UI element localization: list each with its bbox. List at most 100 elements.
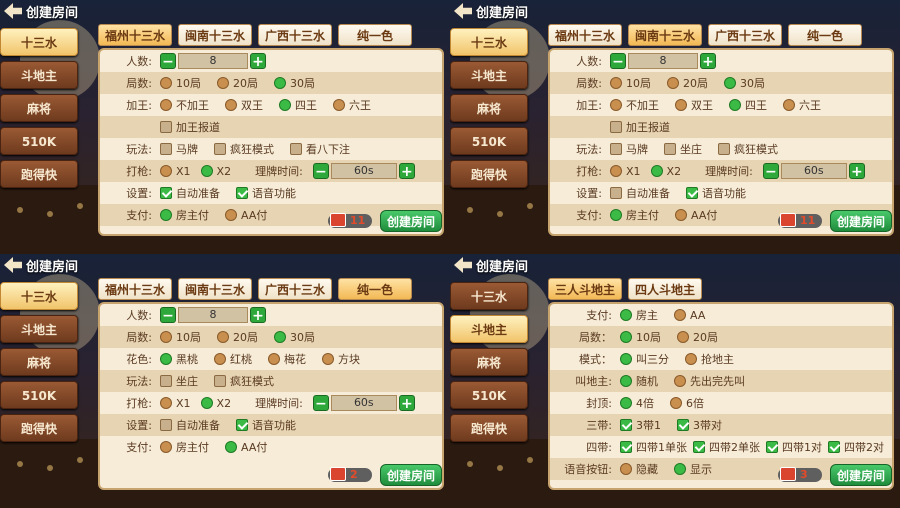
mode-button[interactable]: 跑得快 <box>450 414 528 442</box>
mode-button[interactable]: 斗地主 <box>450 315 528 343</box>
variant-tab[interactable]: 纯一色 <box>338 24 413 46</box>
radio-option[interactable]: 20局 <box>217 329 258 345</box>
radio-option[interactable]: X2 <box>200 165 231 178</box>
mode-button[interactable]: 麻将 <box>450 348 528 376</box>
radio-option[interactable]: 30局 <box>724 75 765 91</box>
variant-tab[interactable]: 广西十三水 <box>708 24 783 46</box>
back-arrow-icon[interactable] <box>4 3 22 19</box>
variant-tab[interactable]: 三人斗地主 <box>548 278 623 300</box>
create-room-button[interactable]: 创建房间 <box>380 464 442 486</box>
back-arrow-icon[interactable] <box>4 257 22 273</box>
radio-option[interactable]: 双王 <box>675 97 713 113</box>
back-arrow-icon[interactable] <box>454 257 472 273</box>
radio-option[interactable]: 四王 <box>279 97 317 113</box>
create-room-button[interactable]: 创建房间 <box>830 464 892 486</box>
radio-option[interactable]: X1 <box>610 165 641 178</box>
plus-icon[interactable]: + <box>250 53 266 70</box>
checkbox-option[interactable]: 加王报道 <box>610 119 670 135</box>
plus-icon[interactable]: + <box>250 307 266 324</box>
radio-option[interactable]: 房主付 <box>160 207 209 223</box>
radio-option[interactable]: 10局 <box>610 75 651 91</box>
radio-option[interactable]: 6倍 <box>670 395 704 411</box>
checkbox-option[interactable]: 语音功能 <box>236 417 296 433</box>
variant-tab[interactable]: 四人斗地主 <box>628 278 703 300</box>
variant-tab[interactable]: 广西十三水 <box>258 278 333 300</box>
checkbox-option[interactable]: 坐庄 <box>664 141 702 157</box>
mode-button[interactable]: 麻将 <box>0 94 78 122</box>
back-arrow-icon[interactable] <box>454 3 472 19</box>
checkbox-option[interactable]: 语音功能 <box>686 185 746 201</box>
checkbox-option[interactable]: 四带1单张 <box>620 439 687 455</box>
radio-option[interactable]: X1 <box>160 165 191 178</box>
radio-option[interactable]: X2 <box>200 397 231 410</box>
radio-option[interactable]: AA <box>674 309 705 322</box>
mode-button[interactable]: 510K <box>450 127 528 155</box>
radio-option[interactable]: 六王 <box>783 97 821 113</box>
mode-button[interactable]: 510K <box>450 381 528 409</box>
radio-option[interactable]: 不加王 <box>160 97 209 113</box>
mode-button[interactable]: 跑得快 <box>450 160 528 188</box>
minus-icon[interactable]: − <box>610 53 626 70</box>
checkbox-option[interactable]: 自动准备 <box>160 417 220 433</box>
minus-icon[interactable]: − <box>312 163 329 180</box>
checkbox-option[interactable]: 马牌 <box>160 141 198 157</box>
radio-option[interactable]: 10局 <box>160 329 201 345</box>
radio-option[interactable]: 10局 <box>620 329 661 345</box>
radio-option[interactable]: 房主付 <box>160 439 209 455</box>
minus-icon[interactable]: − <box>160 307 176 324</box>
radio-option[interactable]: AA付 <box>225 207 267 223</box>
checkbox-option[interactable]: 疯狂模式 <box>718 141 778 157</box>
mode-button[interactable]: 十三水 <box>450 28 528 56</box>
radio-option[interactable]: 30局 <box>274 75 315 91</box>
radio-option[interactable]: 红桃 <box>214 351 252 367</box>
radio-option[interactable]: 4倍 <box>620 395 654 411</box>
mode-button[interactable]: 斗地主 <box>0 315 78 343</box>
variant-tab[interactable]: 纯一色 <box>338 278 413 300</box>
radio-option[interactable]: 方块 <box>322 351 360 367</box>
mode-button[interactable]: 510K <box>0 381 78 409</box>
radio-option[interactable]: 四王 <box>729 97 767 113</box>
variant-tab[interactable]: 闽南十三水 <box>178 24 253 46</box>
radio-option[interactable]: 六王 <box>333 97 371 113</box>
radio-option[interactable]: 叫三分 <box>620 351 669 367</box>
variant-tab[interactable]: 闽南十三水 <box>178 278 253 300</box>
mode-button[interactable]: 斗地主 <box>450 61 528 89</box>
checkbox-option[interactable]: 3带对 <box>677 417 722 433</box>
radio-option[interactable]: 黑桃 <box>160 351 198 367</box>
minus-icon[interactable]: − <box>160 53 176 70</box>
radio-option[interactable]: X1 <box>160 397 191 410</box>
radio-option[interactable]: 不加王 <box>610 97 659 113</box>
radio-option[interactable]: 20局 <box>217 75 258 91</box>
radio-option[interactable]: 10局 <box>160 75 201 91</box>
radio-option[interactable]: 20局 <box>667 75 708 91</box>
variant-tab[interactable]: 闽南十三水 <box>628 24 703 46</box>
radio-option[interactable]: 先出完先叫 <box>674 373 745 389</box>
minus-icon[interactable]: − <box>762 163 779 180</box>
checkbox-option[interactable]: 四带2单张 <box>693 439 760 455</box>
variant-tab[interactable]: 广西十三水 <box>258 24 333 46</box>
mode-button[interactable]: 麻将 <box>450 94 528 122</box>
checkbox-option[interactable]: 四带1对 <box>766 439 822 455</box>
mode-button[interactable]: 十三水 <box>0 28 78 56</box>
radio-option[interactable]: 隐藏 <box>620 461 658 477</box>
checkbox-option[interactable]: 四带2对 <box>828 439 884 455</box>
radio-option[interactable]: 双王 <box>225 97 263 113</box>
checkbox-option[interactable]: 坐庄 <box>160 373 198 389</box>
checkbox-option[interactable]: 加王报道 <box>160 119 220 135</box>
mode-button[interactable]: 十三水 <box>0 282 78 310</box>
radio-option[interactable]: 30局 <box>274 329 315 345</box>
mode-button[interactable]: 跑得快 <box>0 414 78 442</box>
plus-icon[interactable]: + <box>398 163 415 180</box>
plus-icon[interactable]: + <box>398 395 415 412</box>
checkbox-option[interactable]: 马牌 <box>610 141 648 157</box>
minus-icon[interactable]: − <box>312 395 329 412</box>
variant-tab[interactable]: 福州十三水 <box>98 24 173 46</box>
variant-tab[interactable]: 福州十三水 <box>548 24 623 46</box>
radio-option[interactable]: 20局 <box>677 329 718 345</box>
mode-button[interactable]: 跑得快 <box>0 160 78 188</box>
radio-option[interactable]: 房主 <box>620 307 658 323</box>
checkbox-option[interactable]: 自动准备 <box>160 185 220 201</box>
radio-option[interactable]: AA付 <box>675 207 717 223</box>
mode-button[interactable]: 510K <box>0 127 78 155</box>
mode-button[interactable]: 斗地主 <box>0 61 78 89</box>
